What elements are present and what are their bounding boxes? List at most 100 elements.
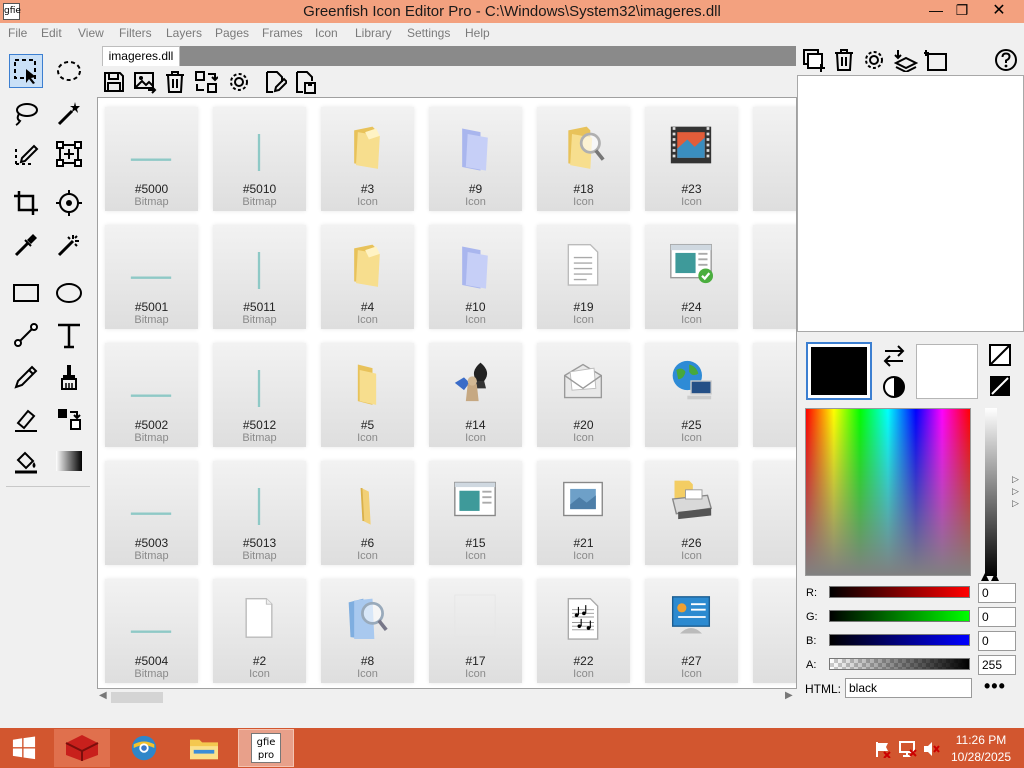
html-color-input[interactable]: black bbox=[845, 678, 972, 698]
taskbar-app-red[interactable] bbox=[54, 729, 110, 767]
resource-cell[interactable]: #15 Icon bbox=[429, 461, 522, 565]
magic-wand-tool[interactable] bbox=[52, 96, 86, 130]
close-button[interactable]: ✕ bbox=[976, 0, 1022, 21]
resource-cell[interactable]: #24 Icon bbox=[645, 225, 738, 329]
delete-page-button[interactable] bbox=[831, 47, 857, 73]
taskbar-explorer[interactable] bbox=[176, 729, 232, 767]
canvas-size-button[interactable] bbox=[923, 47, 949, 73]
resource-cell[interactable]: #5002 Bitmap bbox=[105, 343, 198, 447]
primary-color-swatch[interactable] bbox=[806, 342, 872, 400]
rectangle-tool[interactable] bbox=[9, 276, 43, 310]
resource-cell[interactable]: #20 Icon bbox=[537, 343, 630, 447]
help-button[interactable] bbox=[993, 47, 1019, 73]
resource-cell[interactable]: #10 Icon bbox=[429, 225, 522, 329]
palette-arrows-icon[interactable]: ▷ ▷ ▷ bbox=[1012, 473, 1019, 509]
resource-cell[interactable]: #8 Icon bbox=[321, 579, 414, 683]
horizontal-scrollbar[interactable]: ◀ ▶ bbox=[97, 689, 797, 706]
transparent-color-icon[interactable] bbox=[989, 344, 1011, 366]
color-picker-tool[interactable] bbox=[9, 228, 43, 262]
red-value[interactable]: 0 bbox=[978, 583, 1016, 603]
settings-button[interactable] bbox=[225, 68, 253, 96]
scrollbar-thumb[interactable] bbox=[111, 692, 163, 703]
fill-bucket-tool[interactable] bbox=[9, 444, 43, 478]
text-tool[interactable] bbox=[52, 318, 86, 352]
clock-time[interactable]: 11:26 PM bbox=[946, 733, 1016, 747]
resource-cell[interactable]: #18 Icon bbox=[537, 107, 630, 211]
arrange-button[interactable] bbox=[192, 68, 220, 96]
document-tab[interactable]: imageres.dll bbox=[102, 46, 180, 66]
edit-button[interactable] bbox=[261, 68, 289, 96]
green-slider[interactable] bbox=[829, 610, 970, 622]
menu-library[interactable]: Library bbox=[355, 26, 392, 40]
brush-tool[interactable] bbox=[52, 360, 86, 394]
menu-frames[interactable]: Frames bbox=[262, 26, 303, 40]
resource-cell[interactable]: #5000 Bitmap bbox=[105, 107, 198, 211]
page-preview[interactable] bbox=[797, 75, 1024, 332]
resource-cell[interactable]: #9 Icon bbox=[429, 107, 522, 211]
green-value[interactable]: 0 bbox=[978, 607, 1016, 627]
save-button[interactable] bbox=[100, 68, 128, 96]
pencil-tool[interactable] bbox=[9, 360, 43, 394]
inverted-color-icon[interactable] bbox=[989, 375, 1011, 397]
resource-cell[interactable]: #Ic bbox=[753, 343, 796, 447]
menu-layers[interactable]: Layers bbox=[166, 26, 202, 40]
menu-icon[interactable]: Icon bbox=[315, 26, 338, 40]
transform-tool[interactable] bbox=[52, 137, 86, 171]
resource-cell[interactable]: #21 Icon bbox=[537, 461, 630, 565]
taskbar-greenfish[interactable]: gfie pro bbox=[238, 729, 294, 767]
resource-cell[interactable]: #23 Icon bbox=[645, 107, 738, 211]
resource-cell[interactable]: #14 Icon bbox=[429, 343, 522, 447]
secondary-color-swatch[interactable] bbox=[916, 344, 978, 399]
export-image-button[interactable] bbox=[131, 68, 159, 96]
delete-button[interactable] bbox=[161, 68, 189, 96]
resource-cell[interactable]: #19 Icon bbox=[537, 225, 630, 329]
menu-edit[interactable]: Edit bbox=[41, 26, 62, 40]
ellipse-select-tool[interactable] bbox=[52, 54, 86, 88]
resource-cell[interactable]: #Ic bbox=[753, 225, 796, 329]
action-center-flag-icon[interactable] bbox=[874, 740, 892, 758]
resource-cell[interactable]: #27 Icon bbox=[645, 579, 738, 683]
alpha-slider[interactable] bbox=[829, 658, 970, 670]
resource-cell[interactable]: #Ic bbox=[753, 579, 796, 683]
resource-cell[interactable]: #4 Icon bbox=[321, 225, 414, 329]
luminance-slider[interactable] bbox=[985, 408, 997, 576]
more-options-button[interactable]: ••• bbox=[984, 676, 1006, 697]
resource-cell[interactable]: #5011 Bitmap bbox=[213, 225, 306, 329]
resource-cell[interactable]: #17 Icon bbox=[429, 579, 522, 683]
contrast-icon[interactable] bbox=[881, 374, 907, 400]
gradient-tool[interactable] bbox=[52, 444, 86, 478]
menu-pages[interactable]: Pages bbox=[215, 26, 249, 40]
color-spectrum[interactable] bbox=[805, 408, 971, 576]
resource-cell[interactable]: #5001 Bitmap bbox=[105, 225, 198, 329]
resource-cell[interactable]: #5 Icon bbox=[321, 343, 414, 447]
resource-cell[interactable]: #25 Icon bbox=[645, 343, 738, 447]
lasso-tool[interactable] bbox=[9, 96, 43, 130]
target-tool[interactable] bbox=[52, 186, 86, 220]
resource-cell[interactable]: #Ic bbox=[753, 107, 796, 211]
maximize-button[interactable]: ❐ bbox=[948, 0, 976, 21]
resource-cell[interactable]: #2 Icon bbox=[213, 579, 306, 683]
resource-cell[interactable]: #22 Icon bbox=[537, 579, 630, 683]
alpha-value[interactable]: 255 bbox=[978, 655, 1016, 675]
color-replace-tool[interactable] bbox=[52, 402, 86, 436]
blue-slider[interactable] bbox=[829, 634, 970, 646]
resource-cell[interactable]: #3 Icon bbox=[321, 107, 414, 211]
luminance-marker-icon[interactable] bbox=[979, 570, 1001, 581]
eraser-tool[interactable] bbox=[9, 402, 43, 436]
scroll-right-arrow-icon[interactable]: ▶ bbox=[785, 690, 793, 701]
swap-colors-icon[interactable] bbox=[881, 344, 907, 368]
network-icon[interactable] bbox=[899, 740, 917, 758]
app-icon[interactable]: gfie bbox=[3, 3, 21, 20]
menu-settings[interactable]: Settings bbox=[407, 26, 450, 40]
rectangle-select-tool[interactable] bbox=[9, 54, 43, 88]
resource-cell[interactable]: #5003 Bitmap bbox=[105, 461, 198, 565]
blur-brush-tool[interactable] bbox=[52, 228, 86, 262]
resource-cell[interactable]: #6 Icon bbox=[321, 461, 414, 565]
menu-view[interactable]: View bbox=[78, 26, 104, 40]
resource-cell[interactable]: #26 Icon bbox=[645, 461, 738, 565]
ellipse-tool[interactable] bbox=[52, 276, 86, 310]
menu-file[interactable]: File bbox=[8, 26, 27, 40]
new-page-button[interactable] bbox=[801, 47, 827, 73]
menu-filters[interactable]: Filters bbox=[119, 26, 152, 40]
start-button[interactable] bbox=[0, 729, 48, 767]
